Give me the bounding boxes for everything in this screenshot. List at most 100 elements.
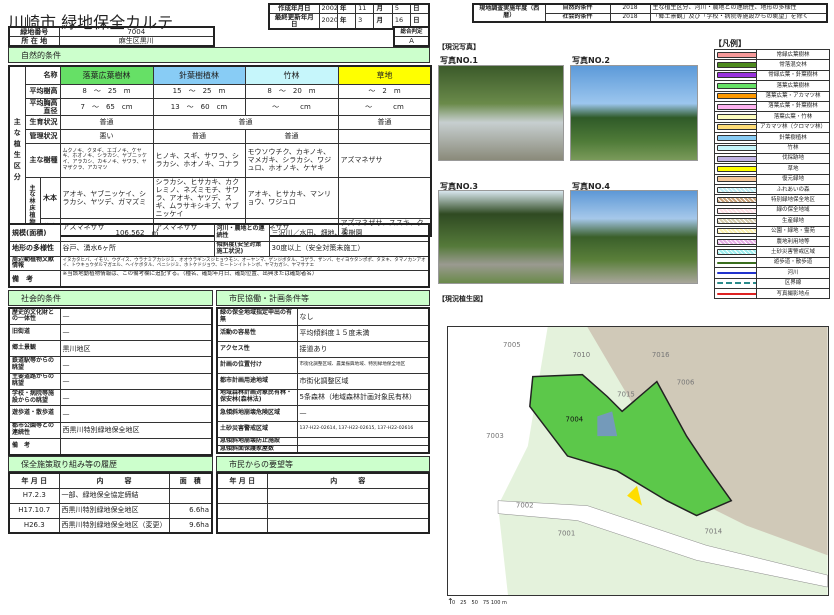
continuity-label: 河川・農地との連続性 <box>213 223 270 242</box>
updated-month: 3 <box>355 12 375 30</box>
legend-label: 遊歩道・散歩道 <box>756 256 830 269</box>
row-label: 地域森林計画対象民有林・保安林(森林法) <box>216 388 298 406</box>
avg-height: 8 ～ 20 m <box>244 83 339 99</box>
social-header: 社会的条件 <box>8 290 213 306</box>
legend-swatch <box>714 111 757 123</box>
social-row: 学校・病院等施設からの眺望 — <box>8 388 213 407</box>
greenspace-number: 7004 <box>58 26 215 38</box>
row-value <box>296 436 430 446</box>
continuity-value: 三沢川／水田、畑地、果樹園 <box>268 223 430 242</box>
row-label: アクセス性 <box>216 340 298 358</box>
civic-row: アクセス性 接道あり <box>216 340 430 358</box>
legend-label: 竹林 <box>756 142 830 154</box>
swatch-icon <box>717 145 756 152</box>
slope-value: 30度以上（安全対策未施工） <box>268 240 430 257</box>
location: 麻生区黒川 <box>58 36 215 47</box>
greenspace-info: 緑地番号 7004 所 在 地麻生区黒川 <box>8 26 215 48</box>
history-table: 年 月 日内 容面 積 H7.2.3 一部、緑地保全協定締結 H17.10.7 西黒川… <box>8 472 213 534</box>
map-label: 7010 <box>572 351 590 359</box>
survey-table: 現地調査実施年度（西暦） 自然的条件 2018 主な植生区分、河川・農地との連続性、… <box>472 3 828 23</box>
swatch-icon <box>717 217 756 224</box>
row-value: 137-H22-02614, 137-H22-02615, 137-H22-02… <box>296 420 430 438</box>
vegetation-table: 主な植生区分 名称 落葉広葉樹林 針葉樹植林 竹林 草地 平均樹高 8 ～ 25… <box>8 65 432 237</box>
map-label: 7003 <box>486 432 504 440</box>
management <box>337 128 432 144</box>
legend-label: 農地利用地等 <box>756 236 830 248</box>
created-month: 11 <box>355 3 375 14</box>
legend-item: 土砂災害警戒区域 <box>714 246 830 258</box>
avg-height: 15 ～ 25 m <box>152 83 246 99</box>
civic-row: 計画の位置付け 市街化調整区域、農業振興地域、特別緑地保全地区 <box>216 356 430 374</box>
legend-item: 落葉広葉・アカマツ林 <box>714 90 830 102</box>
legend-header: 【凡例】 <box>714 39 746 48</box>
row-label: 土砂災害警戒区域 <box>216 420 298 438</box>
legend-label: 常緑広葉・針葉樹林 <box>756 69 830 82</box>
vegetation-map[interactable]: 7005 7010 7016 7006 7015 7004 7003 7002 7001 7014 <box>447 326 829 596</box>
veg-name: 落葉広葉樹林 <box>59 65 154 85</box>
woody <box>337 176 432 219</box>
row-label: 歴史的文化財との一体性 <box>8 307 61 325</box>
woody: アオキ、ヒサカキ、マンリョウ、ワジュロ <box>244 176 339 219</box>
col-header: 内 容 <box>58 472 170 489</box>
swatch-icon <box>717 249 756 256</box>
legend-item: 針葉樹植林 <box>714 132 830 144</box>
natural-header: 自然的条件 <box>8 47 430 63</box>
created-year: 2002 <box>318 3 338 14</box>
civic-row: 急傾斜地崩壊危険区域 — <box>216 404 430 422</box>
map-label: 7014 <box>705 527 723 535</box>
legend-label: 特別緑地保全地区 <box>756 194 830 206</box>
row-value: — <box>59 307 213 325</box>
row-value: 市街化調整区域 <box>296 372 430 390</box>
legend-swatch <box>714 225 757 238</box>
row-value: 5条森林（地域森林計画対象民有林） <box>296 388 430 406</box>
legend-swatch <box>714 163 757 175</box>
col-header: 内 容 <box>266 472 430 489</box>
woody: アオキ、ヤブニッケイ、シラカシ、ヤツデ、ガマズミ <box>59 176 154 219</box>
row-value: — <box>59 323 213 342</box>
legend-item: 常落混交林 <box>714 59 830 71</box>
avg-diameter: ～ cm <box>244 97 339 116</box>
social-row: 遊歩道・散歩道 — <box>8 405 213 423</box>
photo-3 <box>438 190 564 284</box>
row-value <box>59 437 213 456</box>
map-header: 【現況植生図】 <box>438 295 487 303</box>
legend-item: 生産緑地 <box>714 215 830 227</box>
row-label: 平均樹高 <box>24 83 61 99</box>
unit: 月 <box>373 3 393 14</box>
history-content: 一部、緑地保全協定締結 <box>58 487 170 504</box>
row-value: 西黒川特別緑地保全地区 <box>59 421 213 439</box>
growth: 普通 <box>337 114 432 130</box>
requests-header: 市民からの要望等 <box>216 456 430 472</box>
legend-label: 常緑広葉樹林 <box>756 48 830 61</box>
photo-2 <box>570 65 698 161</box>
swatch-icon <box>717 238 756 245</box>
legend-swatch <box>714 256 757 269</box>
legend-item: 常緑広葉・針葉樹林 <box>714 69 830 82</box>
history-area: 9.6ha <box>168 517 213 534</box>
legend-swatch <box>714 287 757 300</box>
history-date: H17.10.7 <box>8 502 60 519</box>
row-label: 学校・病院等施設からの眺望 <box>8 388 61 407</box>
legend-item: ふれあいの森 <box>714 184 830 196</box>
woody: シラカシ、ヒサカキ、カクレミノ、ネズミモチ、サワラ、アオキ、ヤツデ、スギ、ムラサ… <box>152 176 246 219</box>
row-value: — <box>59 405 213 423</box>
social-row: 歴史的文化財との一体性 — <box>8 307 213 325</box>
row-label: 急傾斜地崩壊防止施設 <box>216 436 298 446</box>
legend-label: 生産緑地 <box>756 215 830 227</box>
social-row: 旧街道 — <box>8 323 213 342</box>
legend-table: 常緑広葉樹林 常落混交林 常緑広葉・針葉樹林 落葉広葉樹林 落葉広葉・アカマツ林 落葉広葉… <box>714 48 830 300</box>
row-label: 平均胸高直径 <box>24 97 61 116</box>
unit: 年 <box>336 3 357 14</box>
swatch-icon <box>717 72 756 79</box>
legend-swatch <box>714 69 757 82</box>
map-label: 7001 <box>558 529 576 537</box>
row-value: — <box>296 404 430 422</box>
legend-swatch <box>714 142 757 154</box>
legend-label: 復元緑地 <box>756 173 830 186</box>
survey-note: 主な植生区分、河川・農地との連続性、地形の多様性 <box>649 3 828 14</box>
row-value: — <box>59 372 213 390</box>
swatch-icon <box>717 165 756 172</box>
photo-1 <box>438 65 564 161</box>
swatch-icon <box>717 271 756 274</box>
legend-swatch <box>714 236 757 248</box>
